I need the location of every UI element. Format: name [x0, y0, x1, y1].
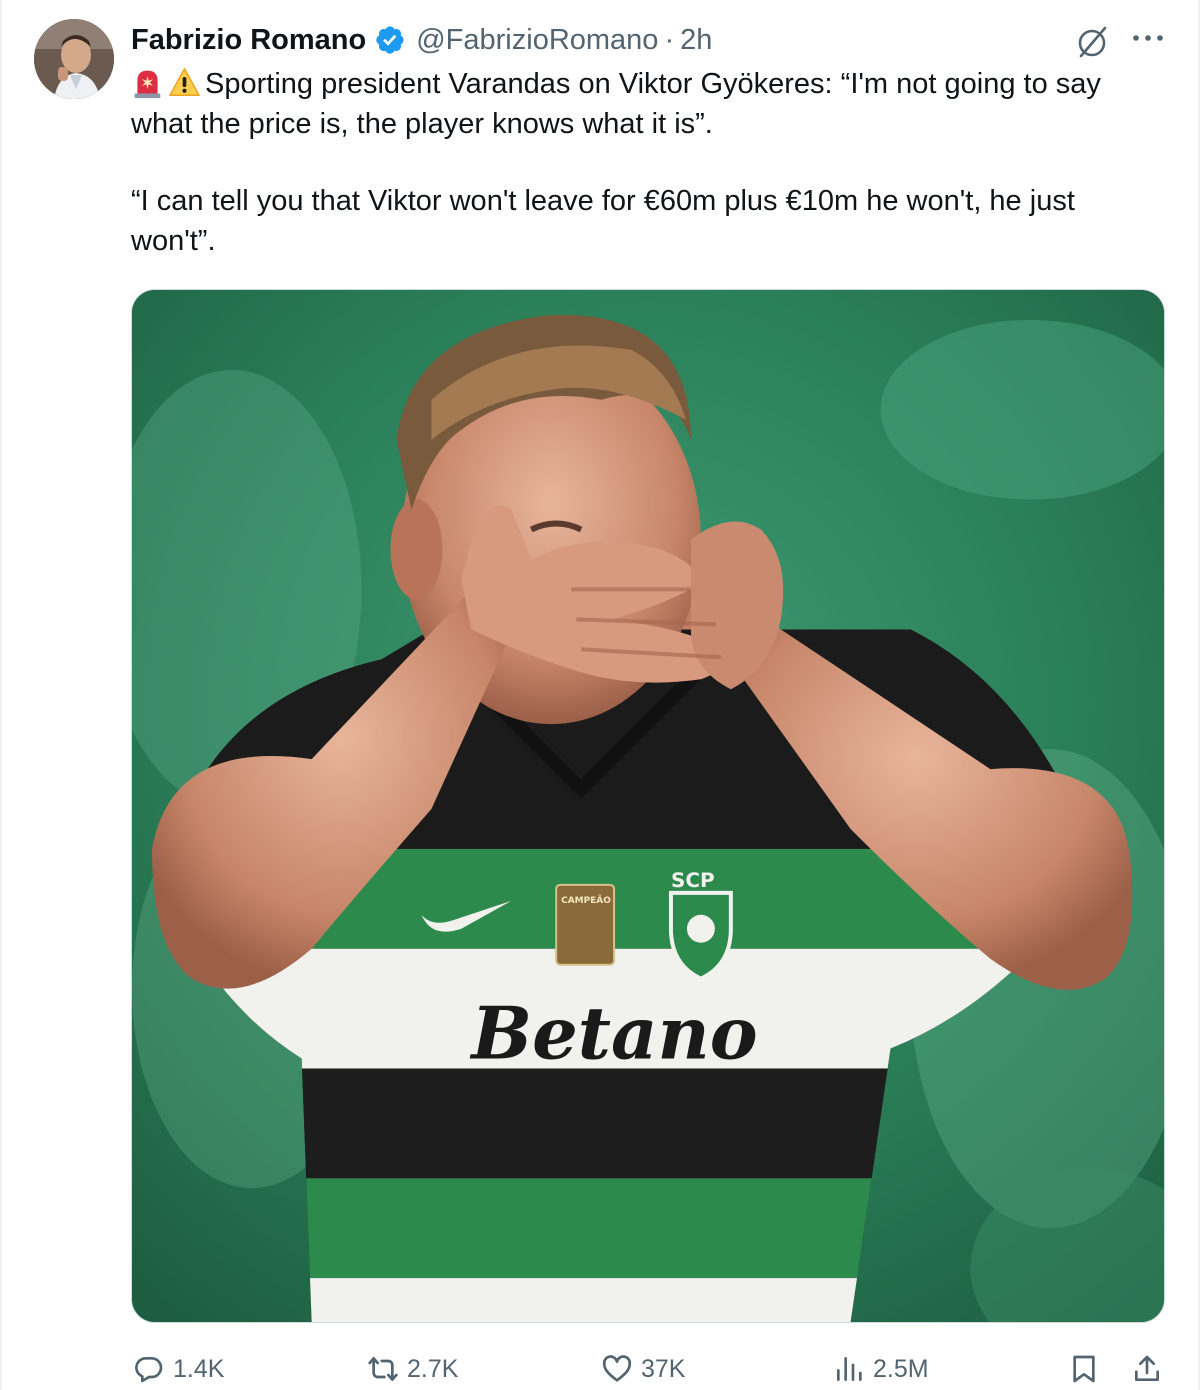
- more-icon: [1133, 35, 1163, 41]
- tweet-text-line-1: Sporting president Varandas on Viktor Gy…: [131, 68, 1101, 140]
- views-count: 2.5M: [873, 1354, 929, 1383]
- bookmark-button[interactable]: [1068, 1348, 1100, 1390]
- like-count: 37K: [641, 1354, 686, 1383]
- tweet-photo[interactable]: Betano CAMPEÃO SCP clic: [131, 289, 1165, 1323]
- crest-text: SCP: [671, 868, 715, 892]
- like-button[interactable]: 37K: [601, 1348, 685, 1390]
- more-button[interactable]: [1128, 28, 1168, 54]
- retweet-count: 2.7K: [407, 1354, 459, 1383]
- player-photo: Betano CAMPEÃO SCP clic: [132, 290, 1164, 1322]
- share-button[interactable]: [1131, 1348, 1163, 1390]
- left-border: [0, 0, 2, 1390]
- sponsor-logo: Betano: [469, 992, 757, 1076]
- retweet-icon: [368, 1357, 398, 1381]
- grok-button[interactable]: [1072, 22, 1112, 62]
- views-icon: [837, 1357, 862, 1381]
- warning-emoji: [169, 68, 200, 97]
- author-handle[interactable]: @FabrizioRomano: [416, 24, 658, 57]
- grok-icon: [1078, 26, 1107, 58]
- timestamp[interactable]: 2h: [680, 24, 712, 57]
- tweet-text: Sporting president Varandas on Viktor Gy…: [131, 64, 1161, 261]
- reply-button[interactable]: 1.4K: [133, 1348, 224, 1390]
- tweet-paragraph-2: “I can tell you that Viktor won't leave …: [131, 185, 1075, 257]
- badge-text: CAMPEÃO: [561, 894, 611, 906]
- reply-icon: [135, 1357, 163, 1383]
- police-car-light-emoji: [134, 70, 161, 99]
- separator-dot: ·: [664, 23, 675, 56]
- author-name[interactable]: Fabrizio Romano: [131, 24, 366, 57]
- tweet-header: Fabrizio Romano @FabrizioRomano · 2h: [131, 22, 712, 58]
- bookmark-icon: [1073, 1355, 1095, 1383]
- profile-photo: [34, 19, 114, 99]
- retweet-button[interactable]: 2.7K: [367, 1348, 458, 1390]
- tweet-paragraph-1: Sporting president Varandas on Viktor Gy…: [131, 64, 1161, 144]
- action-bar: 1.4K 2.7K 37K 2.5M: [131, 1348, 1171, 1390]
- share-icon: [1135, 1355, 1159, 1381]
- verified-badge-icon: [376, 26, 404, 54]
- views-button[interactable]: 2.5M: [833, 1348, 929, 1390]
- avatar[interactable]: [34, 19, 114, 99]
- reply-count: 1.4K: [173, 1354, 225, 1383]
- like-icon: [602, 1355, 632, 1382]
